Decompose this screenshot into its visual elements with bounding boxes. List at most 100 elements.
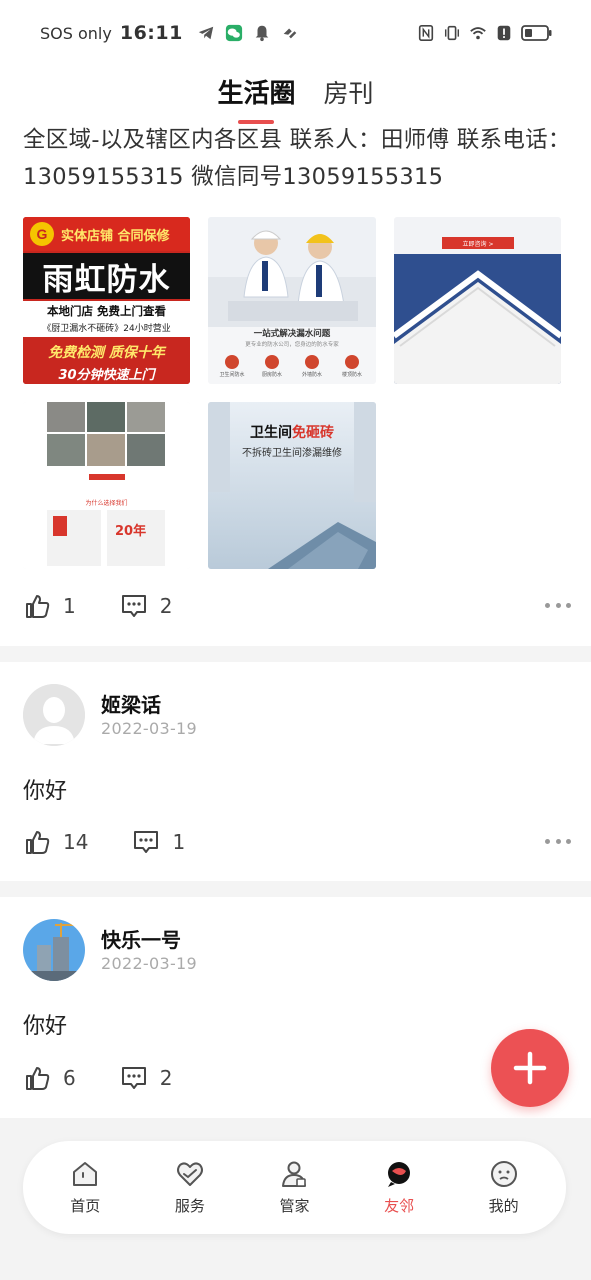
bath-title-a: 卫生间 <box>250 425 292 441</box>
comment-icon <box>121 1067 146 1089</box>
ad-line-2: 《厨卫漏水不砸砖》24小时营业 <box>42 324 171 334</box>
svg-text:G: G <box>37 226 48 242</box>
comment-button[interactable]: 2 <box>120 1064 173 1092</box>
post-body: 你好 <box>23 779 68 804</box>
post-image-1[interactable]: G 实体店铺 合同保修 雨虹防水 本地门店 免费上门查看 《厨卫漏水不砸砖》24… <box>23 217 190 384</box>
service-label-3: 外墙防水 <box>301 372 322 378</box>
nav-label: 管家 <box>279 1197 310 1215</box>
plus-icon <box>513 1051 547 1085</box>
butler-icon <box>282 1161 307 1187</box>
nav-profile[interactable]: 我的 <box>459 1159 549 1216</box>
nav-label: 服务 <box>174 1197 205 1215</box>
engineers-subcaption: 更专业的防水公司，您身边的防水专家 <box>245 342 339 348</box>
nav-neighbor[interactable]: 友邻 <box>354 1159 444 1216</box>
comment-button[interactable]: 1 <box>132 828 185 856</box>
top-tabs: 生活圈 房刊 <box>0 72 591 124</box>
engineers-caption: 一站式解决漏水问题 <box>253 329 331 339</box>
post-date: 2022-03-19 <box>101 719 197 738</box>
nav-label: 友邻 <box>384 1197 415 1215</box>
service-dot-icon <box>345 355 359 369</box>
engineers-photo <box>208 217 376 327</box>
carrier-text: SOS only <box>40 23 112 43</box>
nfc-icon <box>418 24 434 42</box>
post-image-3[interactable]: 立即咨询 > <box>394 217 561 384</box>
post-image-2[interactable]: 一站式解决漏水问题 更专业的防水公司，您身边的防水专家 卫生间防水 厨房防水 外… <box>208 217 376 384</box>
work-photos <box>23 402 190 569</box>
building-avatar-icon <box>23 919 85 981</box>
roof-photo <box>394 254 561 384</box>
nav-butler[interactable]: 管家 <box>249 1159 339 1216</box>
years-badge: 20年 <box>115 524 147 539</box>
ad-line-3: 免费检测 质保十年 <box>48 345 165 361</box>
why-us-text: 为什么选择我们 <box>85 500 128 507</box>
post-actions: 14 1 <box>23 826 571 858</box>
bath-title-b: 免砸砖 <box>292 425 334 441</box>
post-text: 全区域-以及辖区内各区县 联系人：田师傅 联系电话：13059155315 微信… <box>23 127 571 190</box>
post-image-4[interactable]: 为什么选择我们 20年 <box>23 402 190 569</box>
default-avatar-icon <box>23 684 85 746</box>
author-name[interactable]: 快乐一号 <box>101 924 181 953</box>
post-actions: 1 2 <box>23 590 571 622</box>
telegram-icon <box>198 26 214 40</box>
like-button[interactable]: 6 <box>23 1064 76 1092</box>
vibrate-icon <box>444 25 460 41</box>
status-bar: SOS only 16:11 <box>0 0 591 66</box>
pay-app-icon <box>283 28 297 39</box>
ad-title: 雨虹防水 <box>42 261 171 298</box>
clock: 16:11 <box>119 22 183 44</box>
thumbs-up-icon <box>26 595 50 618</box>
divider <box>0 646 591 662</box>
service-dot-icon <box>305 355 319 369</box>
comment-icon <box>121 595 146 617</box>
post-date: 2022-03-19 <box>101 954 197 973</box>
more-options-icon[interactable] <box>545 838 571 846</box>
battery-icon <box>521 25 552 41</box>
post-image-5[interactable]: 卫生间免砸砖 不拆砖卫生间渗漏维修 <box>208 402 376 569</box>
service-label-4: 楼顶防水 <box>341 372 362 378</box>
nav-service[interactable]: 服务 <box>145 1159 235 1216</box>
nav-label: 我的 <box>488 1197 519 1215</box>
like-count: 6 <box>63 1066 76 1090</box>
add-post-button[interactable] <box>491 1029 569 1107</box>
alert-icon <box>497 25 511 41</box>
wechat-icon <box>225 24 242 42</box>
ad-line-1: 本地门店 免费上门查看 <box>46 304 166 318</box>
wifi-icon <box>470 27 486 40</box>
like-count: 14 <box>63 830 89 854</box>
ad-banner-text: 实体店铺 合同保修 <box>61 228 170 244</box>
service-heart-icon <box>176 1162 203 1186</box>
like-button[interactable]: 1 <box>23 592 76 620</box>
ad-line-4: 30分钟快速上门 <box>58 368 155 383</box>
service-label-2: 厨房防水 <box>261 372 282 378</box>
nav-label: 首页 <box>70 1197 101 1215</box>
like-count: 1 <box>63 594 76 618</box>
tab-house-journal[interactable]: 房刊 <box>324 74 374 124</box>
bell-icon <box>255 25 269 42</box>
comment-count: 2 <box>159 1066 173 1090</box>
avatar[interactable] <box>23 684 85 746</box>
comment-count: 1 <box>172 830 186 854</box>
service-label-1: 卫生间防水 <box>219 372 245 378</box>
thumbs-up-icon <box>26 831 50 854</box>
consult-button-text: 立即咨询 > <box>462 240 494 248</box>
post-actions: 6 2 <box>23 1062 571 1094</box>
thumbs-up-icon <box>26 1067 50 1090</box>
profile-icon <box>490 1161 517 1187</box>
comment-count: 2 <box>159 594 173 618</box>
more-options-icon[interactable] <box>545 602 571 610</box>
service-dot-icon <box>265 355 279 369</box>
like-button[interactable]: 14 <box>23 828 88 856</box>
avatar[interactable] <box>23 919 85 981</box>
logo-icon: G <box>30 222 54 246</box>
nav-home[interactable]: 首页 <box>40 1159 130 1216</box>
neighbor-chat-icon <box>388 1162 411 1187</box>
bath-subtitle: 不拆砖卫生间渗漏维修 <box>242 448 342 459</box>
post-body: 你好 <box>23 1014 68 1039</box>
author-name[interactable]: 姬梁话 <box>101 689 161 718</box>
comment-icon <box>134 831 159 853</box>
service-dot-icon <box>225 355 239 369</box>
tab-life-circle[interactable]: 生活圈 <box>217 73 295 124</box>
divider <box>0 881 591 897</box>
home-icon <box>73 1162 98 1186</box>
comment-button[interactable]: 2 <box>120 592 173 620</box>
